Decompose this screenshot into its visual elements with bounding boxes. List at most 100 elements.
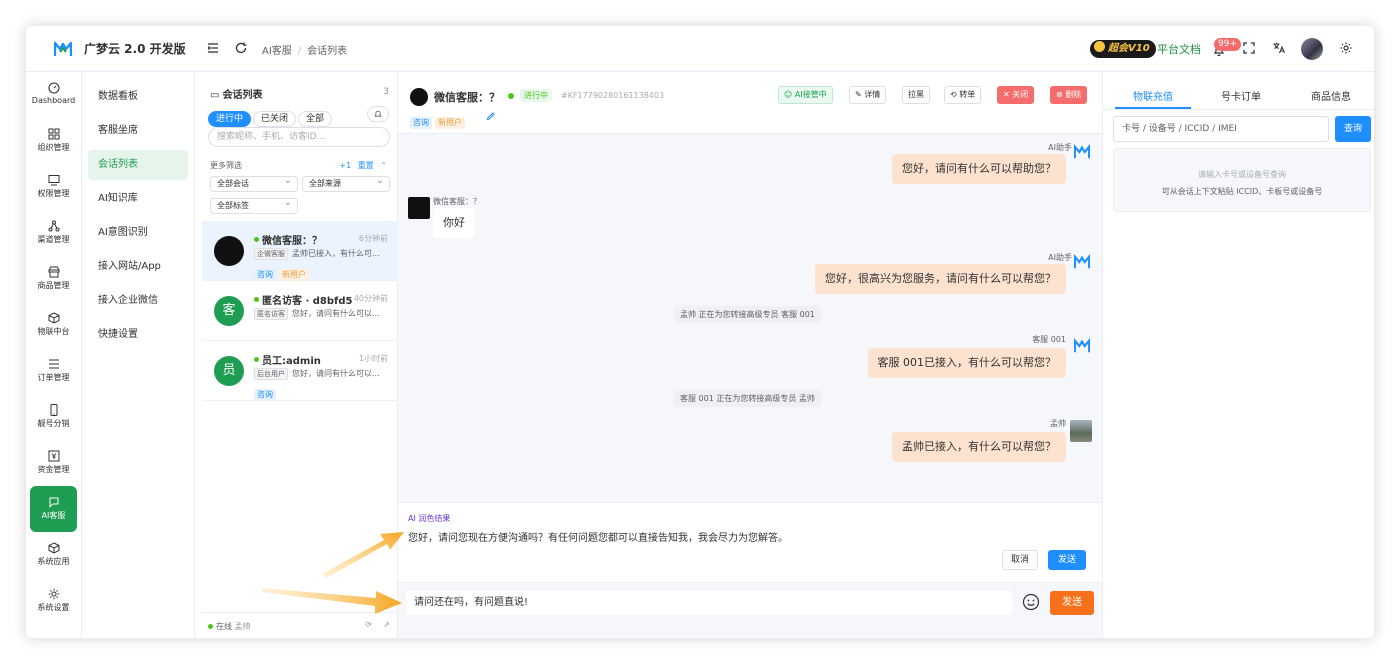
- tag: 咨询: [410, 117, 432, 129]
- conversation-preview: 匿名访客 您好，请问有什么可以...: [254, 308, 380, 320]
- tab-product-info[interactable]: 商品信息: [1311, 88, 1351, 103]
- notify-toggle-button[interactable]: [367, 106, 389, 122]
- list-icon: [48, 359, 59, 369]
- notification-badge: 99+: [1214, 38, 1241, 51]
- translate-icon[interactable]: [1272, 41, 1286, 55]
- send-polished-button[interactable]: 发送: [1048, 550, 1087, 570]
- agent-name: 孟帅: [234, 622, 251, 631]
- ai-polish-panel: AI 润色结果 您好，请问您现在方便沟通吗？有任何问题您都可以直接告知我，我会尽…: [398, 502, 1102, 582]
- empty-hint: 可从会话上下文粘贴 ICCID、卡板号或设备号: [1161, 187, 1323, 196]
- subnav-item-knowledge[interactable]: AI知识库: [88, 184, 188, 214]
- app-name: 广梦云 2.0 开发版: [84, 42, 186, 56]
- grid-icon: [48, 128, 59, 140]
- session-filter-select[interactable]: 全部会话: [210, 174, 298, 192]
- query-button[interactable]: 查询: [1335, 116, 1371, 142]
- subnav-item-dashboard[interactable]: 数据看板: [88, 82, 188, 112]
- nav-item-dashboard[interactable]: Dashboard: [30, 72, 77, 118]
- nav-item-org[interactable]: 组织管理: [30, 118, 77, 164]
- fullscreen-icon[interactable]: [1242, 41, 1256, 55]
- vip-badge[interactable]: 超会V10: [1090, 40, 1156, 58]
- transfer-button[interactable]: ⟲ 转单: [944, 86, 982, 104]
- empty-title: 请输入卡号或设备号查询: [1198, 170, 1286, 179]
- tab-closed[interactable]: 已关闭: [253, 111, 297, 127]
- conversation-time: 40分钟前: [353, 294, 388, 303]
- nav-item-goods[interactable]: 商品管理: [30, 256, 77, 302]
- chevron-up-icon[interactable]: ⌃: [380, 161, 387, 170]
- conversation-count: 3: [383, 87, 389, 97]
- chat-header: 微信客服：？ 进行中 #KF17790280161138403 咨询 新用户 ☺ …: [398, 72, 1102, 134]
- avatar: [410, 88, 428, 106]
- tab-all[interactable]: 全部: [298, 111, 333, 127]
- conversation-preview: 后台用户 您好，请问有什么可以...: [254, 368, 380, 380]
- export-icon[interactable]: ⇗: [383, 620, 390, 629]
- status-tabs: 进行中 已关闭 全部: [208, 106, 334, 127]
- source-chip: 企微客服: [254, 248, 288, 260]
- tag: 咨询: [254, 269, 276, 281]
- cancel-button[interactable]: 取消: [1002, 550, 1039, 570]
- gear-icon[interactable]: [1339, 41, 1353, 55]
- nav-item-number[interactable]: 靓号分销: [30, 394, 77, 440]
- nav-item-permission[interactable]: 权限管理: [30, 164, 77, 210]
- docs-link[interactable]: 平台文档: [1157, 41, 1201, 57]
- tab-card-orders[interactable]: 号卡订单: [1221, 88, 1261, 103]
- nav-item-channel[interactable]: 渠道管理: [30, 210, 77, 256]
- card-search-input[interactable]: 卡号 / 设备号 / ICCID / IMEI: [1113, 116, 1329, 142]
- tag-filter-select[interactable]: 全部标签: [210, 196, 298, 214]
- nav-item-ai-service[interactable]: AI客服: [30, 486, 77, 532]
- nav-item-settings[interactable]: 系统设置: [30, 578, 77, 624]
- tab-iot-recharge[interactable]: 物联充值: [1133, 88, 1173, 103]
- edit-icon[interactable]: [486, 111, 496, 121]
- chat-icon: [49, 497, 58, 508]
- monitor-icon: [48, 175, 59, 186]
- source-filter-select[interactable]: 全部来源: [302, 174, 390, 192]
- agent-avatar: [1070, 420, 1092, 442]
- block-button[interactable]: 拉黑: [902, 86, 930, 104]
- source-chip: 匿名访客: [254, 308, 288, 320]
- conversation-item[interactable]: 客 匿名访客 · d8bfd5 40分钟前 匿名访客 您好，请问有什么可以...: [202, 281, 398, 341]
- avatar[interactable]: [1301, 38, 1323, 60]
- send-button[interactable]: 发送: [1050, 591, 1094, 615]
- message-input[interactable]: 请问还在吗，有问题直说!: [406, 591, 1012, 615]
- subnav-item-intent[interactable]: AI意图识别: [88, 218, 188, 248]
- tab-active[interactable]: 进行中: [208, 111, 252, 127]
- agent-status-bar: 在线 孟帅 ⟳ ⇗: [202, 612, 398, 638]
- status-text: 在线: [216, 622, 232, 631]
- emoji-icon[interactable]: [1022, 593, 1040, 611]
- nav-item-funds[interactable]: 资金管理: [30, 440, 77, 486]
- online-dot: [208, 624, 213, 629]
- contact-name: 微信客服：？: [434, 91, 500, 104]
- cube-icon: [48, 312, 59, 324]
- active-tab-indicator: [1115, 107, 1191, 109]
- subnav-item-quick[interactable]: 快捷设置: [88, 320, 188, 350]
- conversation-tags: 咨询: [254, 382, 279, 401]
- gear-icon: [48, 588, 59, 600]
- breadcrumb-item[interactable]: AI客服: [262, 46, 292, 57]
- subnav-item-wecom[interactable]: 接入企业微信: [88, 286, 188, 316]
- refresh-icon[interactable]: [234, 41, 248, 55]
- subnav-item-agents[interactable]: 客服坐席: [88, 116, 188, 146]
- store-icon: [48, 266, 59, 278]
- subnav-item-sessions[interactable]: 会话列表: [88, 150, 188, 180]
- delete-button[interactable]: ⊗ 删除: [1050, 86, 1088, 104]
- conversation-item[interactable]: 微信客服：？ 6分钟前 企微客服 孟帅已接入，有什么可... 咨询 新用户: [202, 221, 398, 281]
- search-input[interactable]: 搜索昵称、手机、访客ID...: [208, 127, 390, 147]
- conversation-item[interactable]: 员 员工:admin 1小时前 后台用户 您好，请问有什么可以... 咨询: [202, 341, 398, 401]
- empty-state: 请输入卡号或设备号查询 可从会话上下文粘贴 ICCID、卡板号或设备号: [1113, 148, 1371, 212]
- refresh-icon[interactable]: ⟳: [365, 620, 372, 629]
- dashboard-icon: [47, 82, 60, 94]
- nav-item-iot[interactable]: 物联中台: [30, 302, 77, 348]
- close-button[interactable]: ✕ 关闭: [997, 86, 1035, 104]
- main-nav: Dashboard 组织管理 权限管理 渠道管理 商品管理 物联中台 订单管理 …: [26, 72, 82, 638]
- message-bubble: 您好，很高兴为您服务，请问有什么可以帮您？: [815, 264, 1066, 294]
- menu-fold-icon[interactable]: [206, 41, 220, 55]
- ai-takeover-button[interactable]: ☺ AI接管中: [778, 86, 833, 104]
- ai-polish-title: AI 润色结果: [408, 514, 451, 523]
- bot-avatar-icon: [1074, 254, 1090, 269]
- more-filters-label[interactable]: 更多筛选: [210, 160, 242, 171]
- reset-button[interactable]: 重置: [358, 161, 374, 170]
- panel-title: ▭ 会话列表: [210, 90, 263, 101]
- subnav-item-web-app[interactable]: 接入网站/App: [88, 252, 188, 282]
- nav-item-apps[interactable]: 系统应用: [30, 532, 77, 578]
- nav-item-orders[interactable]: 订单管理: [30, 348, 77, 394]
- details-button[interactable]: ✎ 详情: [849, 86, 887, 104]
